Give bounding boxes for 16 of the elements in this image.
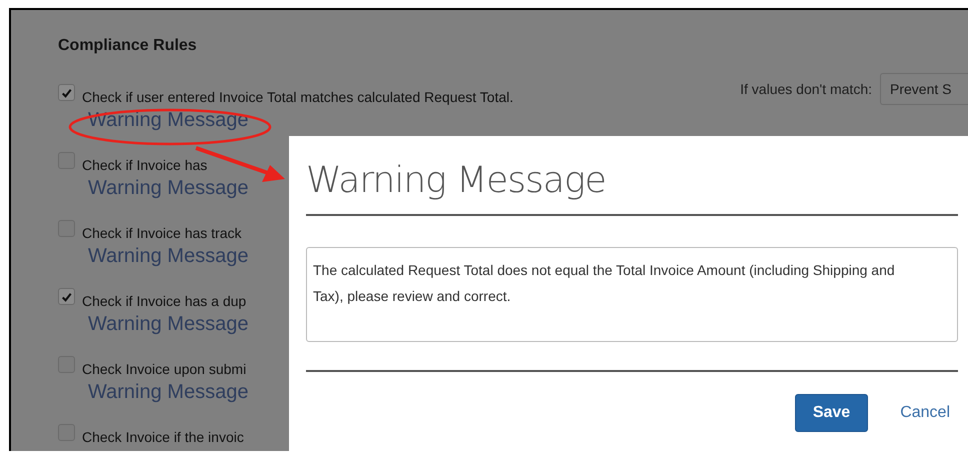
rule-label: Check if user entered Invoice Total matches calculated Request Total. <box>82 89 514 105</box>
checkbox[interactable] <box>58 288 75 305</box>
checkbox[interactable] <box>58 84 75 101</box>
field-label: If values don't match: <box>740 81 872 97</box>
warning-message-link[interactable]: Warning Message <box>88 105 968 135</box>
rule-label: Check Invoice if the invoic <box>82 429 244 445</box>
action-dropdown[interactable]: Prevent S <box>880 73 968 105</box>
save-button[interactable]: Save <box>794 394 868 432</box>
message-field[interactable]: The calculated Request Total does not equal the Total Invoice Amount (including Shipping and Tax), please review and correct. <box>306 247 958 342</box>
cancel-link[interactable]: Cancel <box>900 404 950 422</box>
rule-label: Check if Invoice has track <box>82 225 242 241</box>
rule-label: Check if Invoice has a dup <box>82 293 246 309</box>
rule-label: Check if Invoice has <box>82 157 208 173</box>
section-heading: Compliance Rules <box>58 37 198 56</box>
dialog-title: Warning Message <box>306 159 607 203</box>
rule-label: Check Invoice upon submi <box>82 361 246 377</box>
